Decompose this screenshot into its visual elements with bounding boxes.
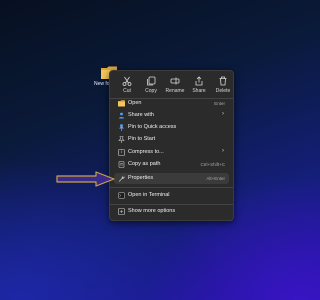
desktop-folder-label: New fo xyxy=(94,81,110,87)
share-label: Share xyxy=(192,88,206,94)
menu-item-label: Pin to Start xyxy=(128,136,156,142)
more-options-icon xyxy=(118,208,125,215)
menu-divider xyxy=(110,204,233,205)
menu-item-label: Copy as path xyxy=(128,161,161,167)
menu-item-shortcut: Ctrl+Shift+C xyxy=(200,161,225,167)
menu-item-label: Properties xyxy=(128,175,154,181)
menu-item-pin-quick-access[interactable]: Pin to Quick access xyxy=(114,122,229,133)
chevron-right-icon: › xyxy=(222,111,224,117)
delete-label: Delete xyxy=(215,88,231,94)
scissors-icon xyxy=(122,76,132,86)
menu-item-label: Open xyxy=(128,100,142,106)
share-with-icon xyxy=(119,112,124,119)
trash-icon xyxy=(219,76,227,86)
menu-divider xyxy=(110,187,233,188)
menu-item-copy-as-path[interactable]: Copy as path Ctrl+Shift+C xyxy=(114,159,229,170)
share-button[interactable]: Share xyxy=(188,74,210,96)
pin-icon xyxy=(119,124,124,131)
delete-button[interactable]: Delete xyxy=(212,74,234,96)
menu-item-label: Share with xyxy=(128,112,154,118)
menu-item-show-more-options[interactable]: Show more options xyxy=(114,206,229,217)
copy-path-icon xyxy=(118,161,125,168)
menu-item-shortcut: Alt+Enter xyxy=(206,175,225,181)
rename-button[interactable]: Rename xyxy=(164,74,186,96)
menu-item-label: Pin to Quick access xyxy=(128,124,177,130)
copy-label: Copy xyxy=(145,88,157,94)
chevron-right-icon: › xyxy=(222,148,224,154)
menu-item-properties[interactable]: Properties Alt+Enter xyxy=(114,173,229,184)
menu-item-open-terminal[interactable]: Open in Terminal xyxy=(114,190,229,201)
menu-item-shortcut: Enter xyxy=(214,100,225,106)
context-menu: Cut Copy Rename Share Delete Open Enter … xyxy=(109,70,234,221)
copy-icon xyxy=(147,76,156,86)
menu-item-open[interactable]: Open Enter xyxy=(114,98,229,109)
menu-item-compress[interactable]: Compress to... › xyxy=(114,147,229,158)
rename-label: Rename xyxy=(165,88,185,94)
context-menu-toolbar: Cut Copy Rename Share Delete xyxy=(116,74,230,96)
zip-icon xyxy=(118,149,125,156)
menu-item-share-with[interactable]: Share with › xyxy=(114,110,229,121)
menu-item-pin-start[interactable]: Pin to Start xyxy=(114,134,229,145)
annotation-arrow-icon xyxy=(56,171,115,187)
share-icon xyxy=(195,76,203,86)
wrench-icon xyxy=(118,175,125,182)
cut-label: Cut xyxy=(123,88,131,94)
copy-button[interactable]: Copy xyxy=(140,74,162,96)
folder-icon xyxy=(118,100,125,107)
rename-icon xyxy=(170,77,180,85)
terminal-icon xyxy=(118,192,125,199)
pin-start-icon xyxy=(118,136,125,143)
cut-button[interactable]: Cut xyxy=(116,74,138,96)
menu-item-label: Compress to... xyxy=(128,149,164,155)
menu-item-label: Show more options xyxy=(128,208,176,214)
menu-item-label: Open in Terminal xyxy=(128,192,170,198)
